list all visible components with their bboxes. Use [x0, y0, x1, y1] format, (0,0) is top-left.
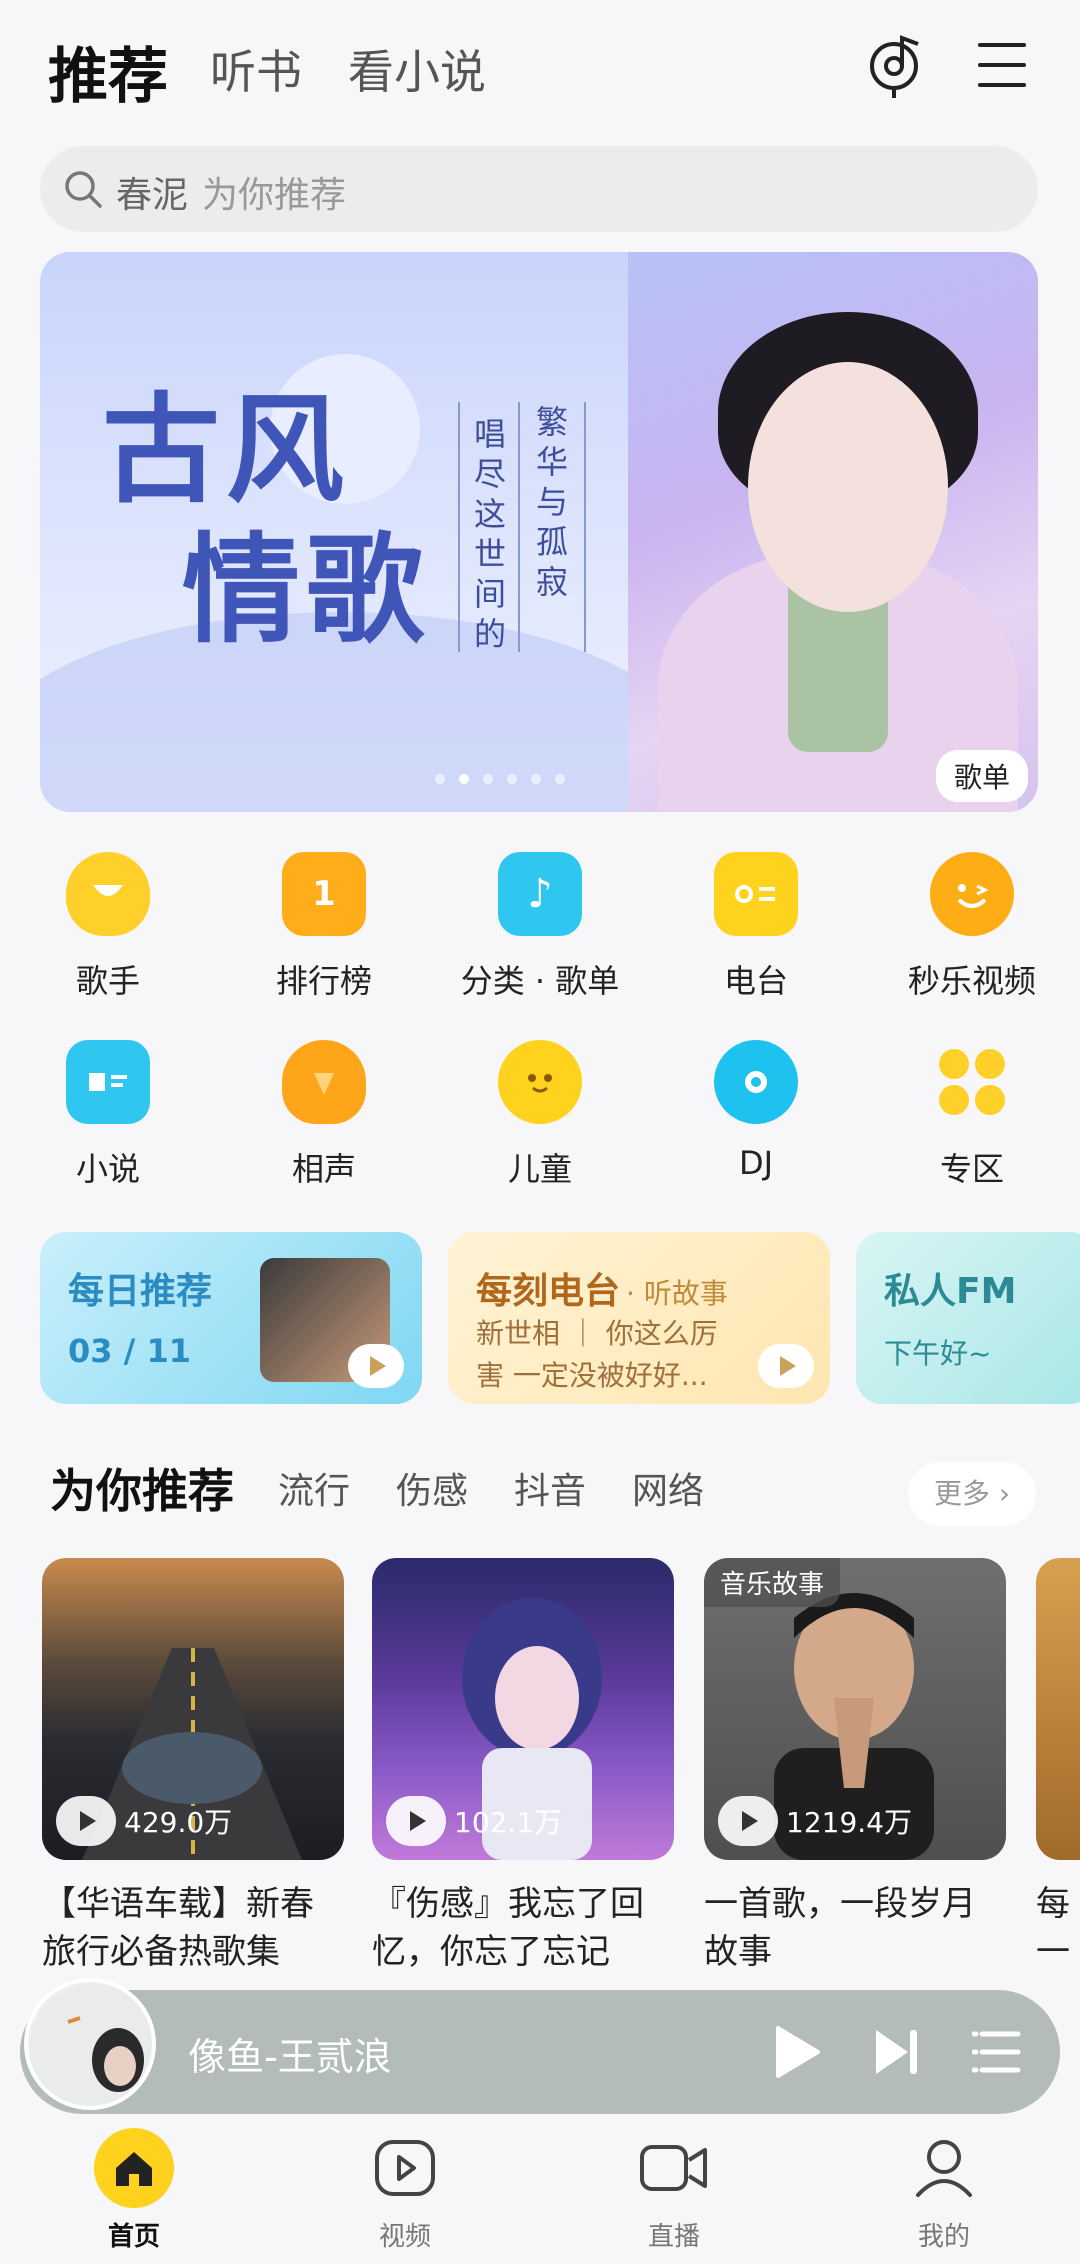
- bottom-nav: 首页 视频 直播 我的: [0, 2128, 1080, 2264]
- kid-icon: [498, 1040, 582, 1124]
- singer-icon: [66, 852, 150, 936]
- playlist-card[interactable]: 每一忆的: [1036, 1558, 1080, 1976]
- playlist-cover: 429.0万: [42, 1558, 344, 1860]
- nav-live[interactable]: 直播: [574, 2128, 774, 2253]
- banner-tag: 歌单: [935, 750, 1028, 802]
- playlist-cover: 音乐故事 1219.4万: [704, 1558, 1006, 1860]
- mini-player[interactable]: 像鱼-王贰浪: [20, 1978, 1060, 2114]
- disc-icon: [714, 1040, 798, 1124]
- tab-novel[interactable]: 看小说: [348, 36, 486, 102]
- tab-recommend[interactable]: 推荐: [48, 28, 168, 115]
- banner-title: 古风 情歌: [102, 380, 431, 659]
- playlist-badge: 音乐故事: [704, 1558, 841, 1607]
- section-tab-pop[interactable]: 流行: [278, 1462, 350, 1514]
- section-tab-sad[interactable]: 伤感: [396, 1462, 468, 1514]
- playlist-cover: 102.1万: [372, 1558, 674, 1860]
- banner-vertical-text-2: 唱尽这世间的: [473, 415, 506, 653]
- playlist-title: 一首歌，一段岁月 故事: [704, 1884, 976, 1972]
- playlist-queue-icon[interactable]: [971, 2028, 1022, 2080]
- now-playing-title: 像鱼-王贰浪: [188, 2035, 392, 2079]
- hamburger-menu-icon[interactable]: [978, 40, 1026, 90]
- smile-video-icon: [930, 852, 1014, 936]
- moment-radio-card[interactable]: 每刻电台 · 听故事 新世相 ｜ 你这么厉 害 一定没被好好...: [448, 1232, 830, 1404]
- play-icon[interactable]: [56, 1796, 116, 1846]
- tab-audiobook[interactable]: 听书: [210, 36, 302, 102]
- music-recognize-icon[interactable]: [868, 30, 928, 100]
- playlist-card[interactable]: 429.0万 【华语车载】新春 旅行必备热歌集: [42, 1558, 344, 1976]
- home-icon: [94, 2128, 174, 2208]
- play-icon[interactable]: [758, 1344, 814, 1388]
- video-play-icon: [365, 2128, 445, 2208]
- entry-novel[interactable]: 小说: [0, 1040, 216, 1190]
- album-disc: [24, 1978, 156, 2110]
- book-icon: [66, 1040, 150, 1124]
- section-tab-douyin[interactable]: 抖音: [514, 1462, 586, 1514]
- playlist-card[interactable]: 102.1万 『伤感』我忘了回 忆，你忘了忘记: [372, 1558, 674, 1976]
- radio-icon: [714, 852, 798, 936]
- playlist-title: 【华语车载】新春 旅行必备热歌集: [42, 1884, 314, 1972]
- search-icon: [65, 171, 102, 208]
- profile-icon: [904, 2128, 984, 2208]
- playlist-card[interactable]: 音乐故事 1219.4万 一首歌，一段岁月 故事: [704, 1558, 1006, 1976]
- promo-banner[interactable]: 古风 情歌 繁华与孤寂 唱尽这世间的 歌单: [40, 252, 1038, 812]
- entry-ranking[interactable]: 1 排行榜: [216, 852, 432, 1002]
- entry-zone[interactable]: 专区: [864, 1040, 1080, 1190]
- entry-kids[interactable]: 儿童: [432, 1040, 648, 1190]
- nav-video[interactable]: 视频: [305, 2128, 505, 2253]
- banner-pagination: [435, 774, 565, 784]
- banner-vertical-text-1: 繁华与孤寂: [535, 403, 568, 601]
- section-tab-internet[interactable]: 网络: [632, 1462, 704, 1514]
- more-button[interactable]: 更多 ›: [908, 1462, 1036, 1526]
- play-icon[interactable]: [386, 1796, 446, 1846]
- search-placeholder: 春泥 为你推荐: [116, 175, 347, 216]
- nav-home[interactable]: 首页: [34, 2128, 234, 2253]
- entry-crosstalk[interactable]: 相声: [216, 1040, 432, 1190]
- private-fm-card[interactable]: 私人FM 下午好~: [856, 1232, 1080, 1404]
- music-note-icon: ♪: [498, 852, 582, 936]
- search-input[interactable]: 春泥 为你推荐: [40, 146, 1038, 232]
- play-button[interactable]: [772, 2024, 822, 2084]
- entry-category-playlist[interactable]: ♪ 分类 · 歌单: [432, 852, 648, 1002]
- fan-icon: [282, 1040, 366, 1124]
- playlist-title: 『伤感』我忘了回 忆，你忘了忘记: [372, 1884, 644, 1972]
- live-camera-icon: [634, 2128, 714, 2208]
- ranking-icon: 1: [282, 852, 366, 936]
- play-icon[interactable]: [718, 1796, 778, 1846]
- zone-grid-icon: [930, 1040, 1014, 1124]
- playlist-title: 每一忆的: [1036, 1884, 1070, 1972]
- entry-smile-video[interactable]: 秒乐视频: [864, 852, 1080, 1002]
- entry-singer[interactable]: 歌手: [0, 852, 216, 1002]
- play-icon[interactable]: [348, 1344, 404, 1388]
- section-tab-for-you[interactable]: 为你推荐: [50, 1455, 234, 1521]
- entry-dj[interactable]: DJ: [648, 1040, 864, 1182]
- top-bar: 推荐 听书 看小说: [0, 0, 1080, 140]
- banner-artwork: [628, 252, 1038, 812]
- next-button[interactable]: [872, 2026, 922, 2082]
- entry-radio[interactable]: 电台: [648, 852, 864, 1002]
- nav-profile[interactable]: 我的: [844, 2128, 1044, 2253]
- playlist-cover: [1036, 1558, 1080, 1860]
- daily-recommend-card[interactable]: 每日推荐 03 / 11: [40, 1232, 422, 1404]
